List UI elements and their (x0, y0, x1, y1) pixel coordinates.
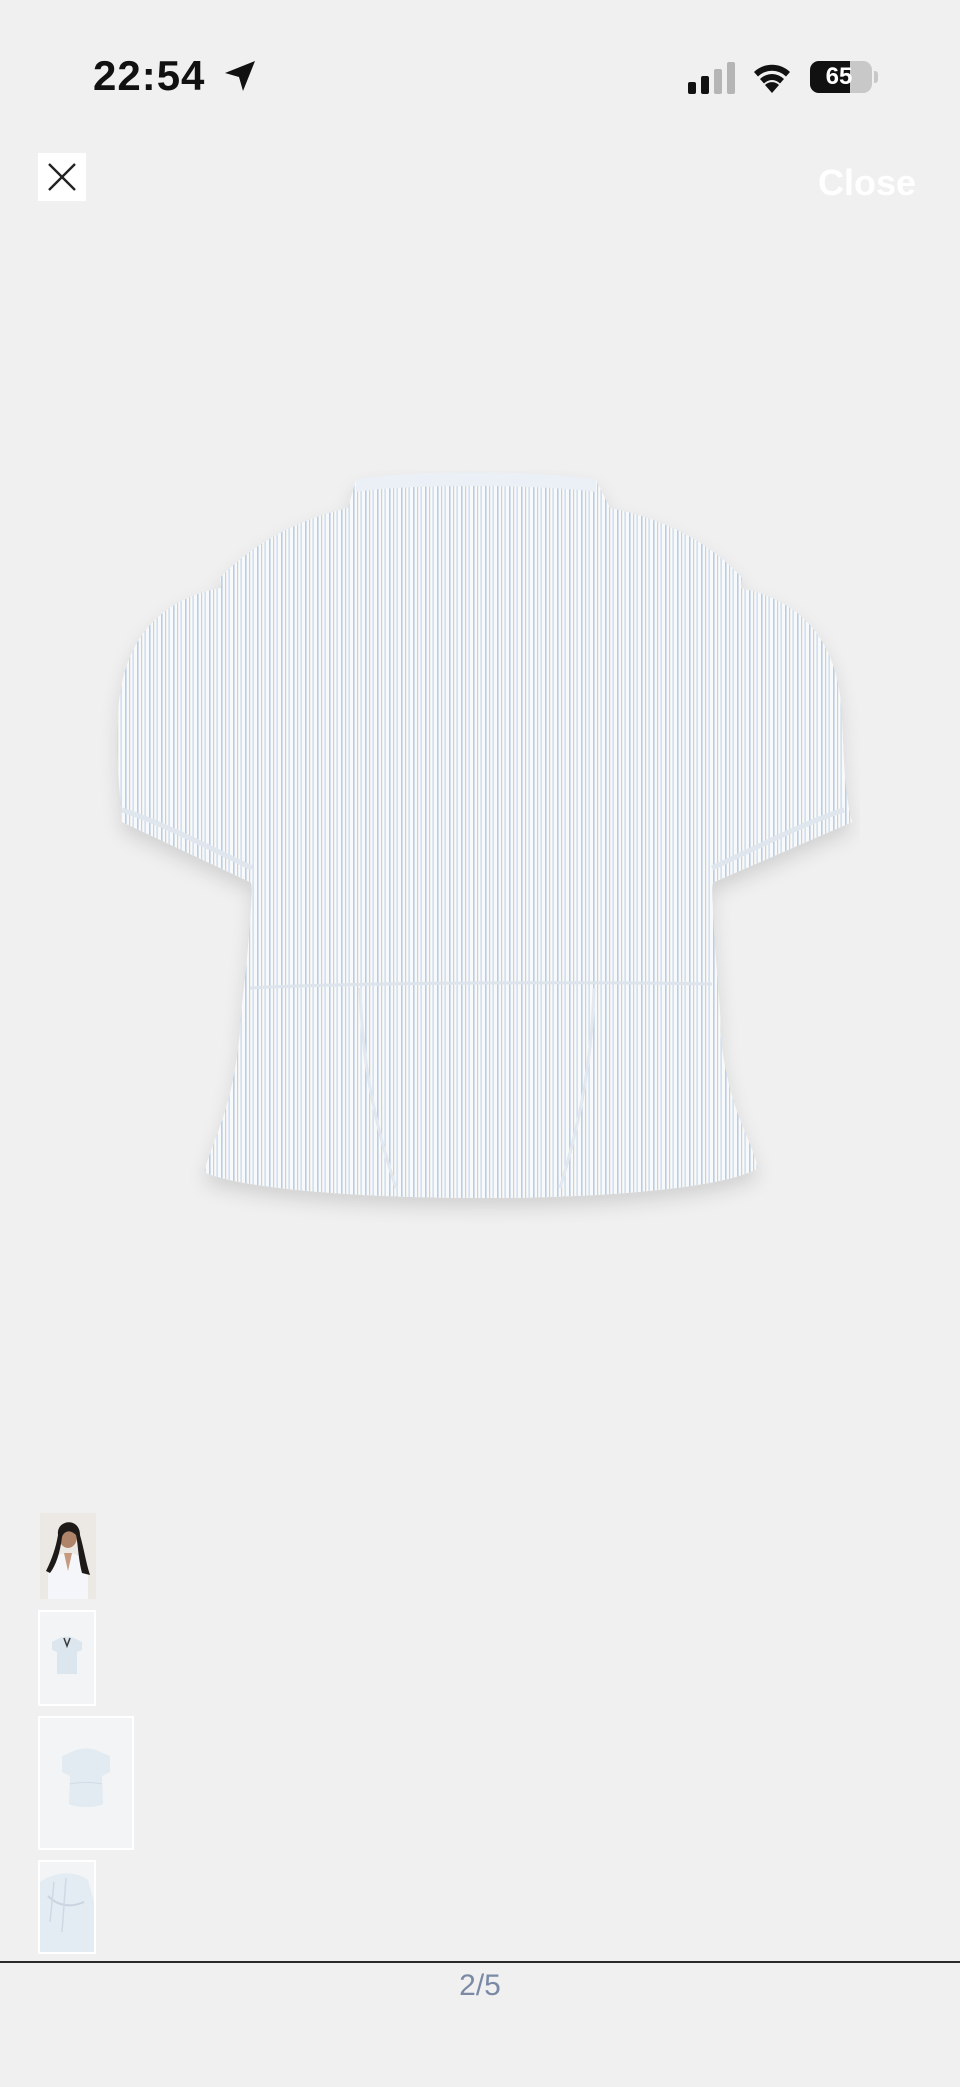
thumbnail-back[interactable] (38, 1716, 134, 1850)
model-wearing-blouse-thumbnail-icon (40, 1513, 96, 1599)
thumbnail-front[interactable] (38, 1610, 96, 1706)
battery-percent: 65 (825, 63, 853, 90)
battery-indicator: 65 (810, 61, 878, 93)
wifi-icon (754, 64, 790, 93)
cellular-signal-icon (688, 62, 735, 94)
status-time: 22:54 (93, 52, 206, 99)
blouse-sleeve-detail-thumbnail-icon (40, 1873, 94, 1952)
pager-divider (0, 1961, 960, 1963)
product-main-image[interactable] (100, 470, 860, 1410)
status-bar: 22:54 65 (0, 0, 960, 150)
blouse-front-small-thumbnail-icon (52, 1636, 82, 1674)
close-icon (48, 163, 76, 191)
thumbnail-sleeve-detail[interactable] (38, 1860, 96, 1954)
battery-cap (874, 71, 878, 83)
thumbnail-model[interactable] (40, 1513, 96, 1599)
close-x-button[interactable] (38, 153, 86, 201)
image-pager: 2/5 (459, 1969, 501, 2002)
battery-body: 65 (810, 61, 872, 93)
blouse-back-thumbnail-icon (62, 1748, 110, 1807)
location-arrow-icon (225, 61, 255, 91)
close-button[interactable]: Close (818, 162, 916, 204)
product-image-viewer: 22:54 65 Close 2/5 (0, 0, 960, 2087)
